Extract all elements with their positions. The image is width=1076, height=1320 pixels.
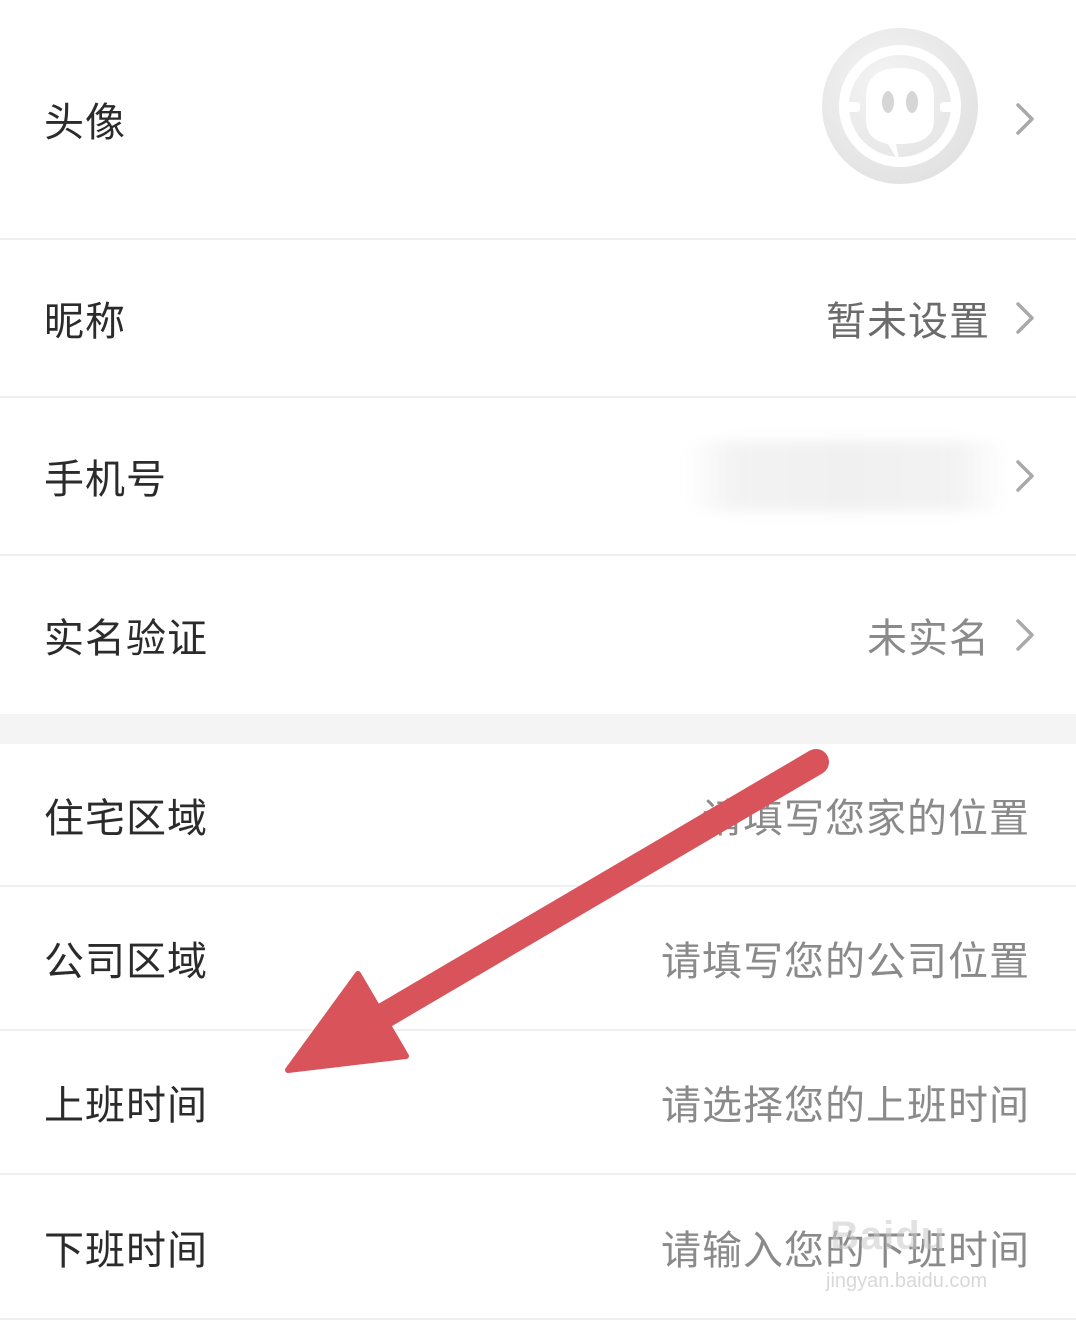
realname-value: 未实名 [867, 616, 990, 662]
row-realname[interactable]: 实名验证 未实名 [0, 556, 1076, 714]
company-area-label: 公司区域 [44, 939, 208, 985]
avatar[interactable] [822, 28, 978, 184]
row-nickname[interactable]: 昵称 暂未设置 [0, 240, 1076, 398]
work-start-time-label: 上班时间 [44, 1083, 208, 1129]
row-company-area[interactable]: 公司区域 请填写您的公司位置 [0, 887, 1076, 1031]
nickname-value: 暂未设置 [826, 299, 990, 345]
avatar-label: 头像 [44, 100, 126, 146]
row-phone[interactable]: 手机号 [0, 398, 1076, 556]
row-work-start-time[interactable]: 上班时间 请选择您的上班时间 [0, 1031, 1076, 1175]
realname-label: 实名验证 [44, 616, 208, 662]
section-divider [0, 714, 1076, 744]
chevron-right-icon [1012, 458, 1038, 494]
row-home-area[interactable]: 住宅区域 请填写您家的位置 [0, 744, 1076, 887]
profile-settings-page: 头像 昵称 暂未设置 手机号 实名验证 未实名 住宅区域 请填写您家的位置 公司… [0, 0, 1076, 1320]
row-work-end-time[interactable]: 下班时间 请输入您的下班时间 [0, 1175, 1076, 1320]
row-avatar[interactable]: 头像 [0, 0, 1076, 240]
company-area-input[interactable]: 请填写您的公司位置 [661, 929, 1030, 987]
phone-label: 手机号 [44, 457, 167, 503]
default-avatar-icon [839, 45, 961, 167]
chevron-right-icon [1012, 300, 1038, 336]
work-start-time-picker[interactable]: 请选择您的上班时间 [661, 1073, 1030, 1131]
chevron-right-icon [1012, 101, 1038, 137]
home-area-input[interactable]: 请填写您家的位置 [702, 786, 1030, 844]
work-end-time-input[interactable]: 请输入您的下班时间 [661, 1218, 1030, 1276]
home-area-label: 住宅区域 [44, 795, 208, 842]
nickname-label: 昵称 [44, 299, 126, 345]
phone-value-blurred [686, 441, 1006, 511]
work-end-time-label: 下班时间 [44, 1227, 208, 1274]
chevron-right-icon [1012, 617, 1038, 653]
